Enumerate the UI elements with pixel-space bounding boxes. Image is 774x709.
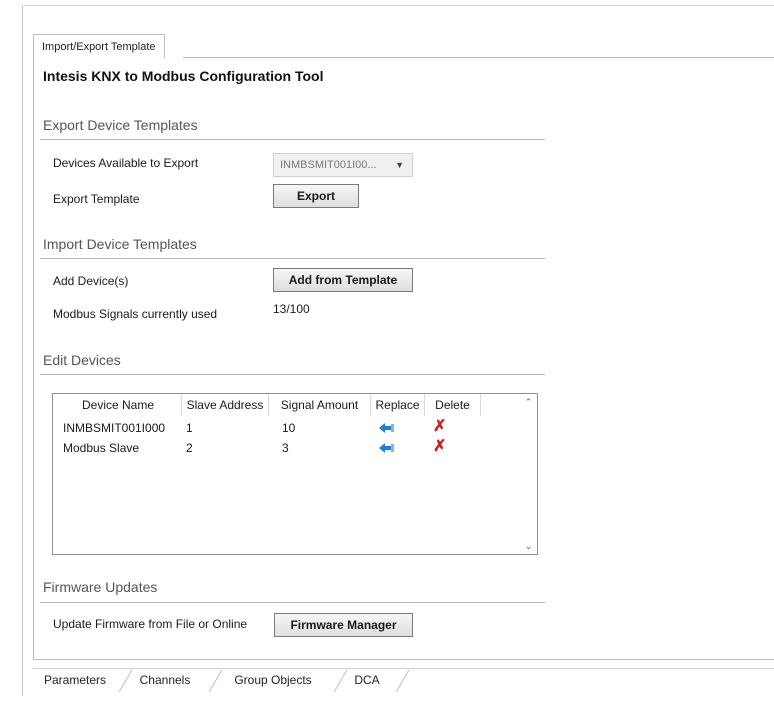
firmware-section-title: Firmware Updates xyxy=(43,579,158,595)
replace-arrow-icon[interactable] xyxy=(379,422,395,434)
signal-amount-cell: 3 xyxy=(282,441,289,455)
column-signal-amount[interactable]: Signal Amount xyxy=(269,394,371,416)
devices-available-dropdown[interactable]: INMBSMIT001I00... ▼ xyxy=(273,153,413,177)
tab-group-objects[interactable]: Group Objects xyxy=(224,668,322,692)
export-template-label: Export Template xyxy=(53,192,140,206)
scroll-down-icon[interactable]: ⌄ xyxy=(520,538,537,554)
replace-arrow-icon[interactable] xyxy=(379,442,395,454)
tab-separator xyxy=(395,670,410,692)
devices-list-scrollbar[interactable]: ⌃ ⌄ xyxy=(520,394,537,554)
export-button[interactable]: Export xyxy=(273,184,359,208)
bottom-tabbar: Parameters Channels Group Objects DCA xyxy=(33,668,774,692)
add-from-template-button[interactable]: Add from Template xyxy=(273,268,413,292)
page-title: Intesis KNX to Modbus Configuration Tool xyxy=(43,68,324,84)
slave-address-cell: 2 xyxy=(186,441,193,455)
tab-parameters[interactable]: Parameters xyxy=(35,668,115,692)
tab-dca[interactable]: DCA xyxy=(339,668,395,692)
column-replace[interactable]: Replace xyxy=(371,394,425,416)
modbus-signals-value: 13/100 xyxy=(273,302,310,316)
device-name-cell: INMBSMIT001I000 xyxy=(63,421,166,435)
add-devices-label: Add Device(s) xyxy=(53,274,129,288)
slave-address-cell: 1 xyxy=(186,421,193,435)
tab-separator xyxy=(118,670,133,692)
devices-list-header: Device Name Slave Address Signal Amount … xyxy=(53,394,521,416)
update-firmware-label: Update Firmware from File or Online xyxy=(53,617,248,631)
device-name-cell: Modbus Slave xyxy=(63,441,140,455)
export-section-divider xyxy=(40,139,545,140)
column-device-name[interactable]: Device Name xyxy=(55,394,182,416)
delete-x-icon[interactable]: ✗ xyxy=(433,438,446,456)
edit-section-title: Edit Devices xyxy=(43,352,121,368)
import-section-title: Import Device Templates xyxy=(43,236,197,252)
content-panel xyxy=(33,57,774,660)
signal-amount-cell: 10 xyxy=(282,421,296,435)
tab-import-export-template[interactable]: Import/Export Template xyxy=(33,34,165,58)
export-section-title: Export Device Templates xyxy=(43,117,198,133)
devices-selected-value: INMBSMIT001I00... xyxy=(280,159,377,171)
import-section-divider xyxy=(40,258,545,259)
firmware-manager-button[interactable]: Firmware Manager xyxy=(274,613,413,637)
delete-x-icon[interactable]: ✗ xyxy=(433,418,446,436)
table-row[interactable]: INMBSMIT001I000 1 10 ✗ xyxy=(53,418,521,437)
chevron-down-icon[interactable]: ▼ xyxy=(395,154,404,176)
firmware-section-divider xyxy=(40,602,545,603)
edit-section-divider xyxy=(40,374,545,375)
column-delete[interactable]: Delete xyxy=(425,394,481,416)
modbus-signals-label: Modbus Signals currently used xyxy=(53,307,218,321)
column-slave-address[interactable]: Slave Address xyxy=(182,394,269,416)
table-row[interactable]: Modbus Slave 2 3 ✗ xyxy=(53,438,521,457)
tab-separator xyxy=(208,670,223,692)
top-tabstrip: Import/Export Template xyxy=(33,34,774,58)
scroll-up-icon[interactable]: ⌃ xyxy=(520,394,537,410)
devices-list[interactable]: Device Name Slave Address Signal Amount … xyxy=(52,393,538,555)
devices-available-label: Devices Available to Export xyxy=(53,156,199,170)
tab-channels[interactable]: Channels xyxy=(133,668,197,692)
